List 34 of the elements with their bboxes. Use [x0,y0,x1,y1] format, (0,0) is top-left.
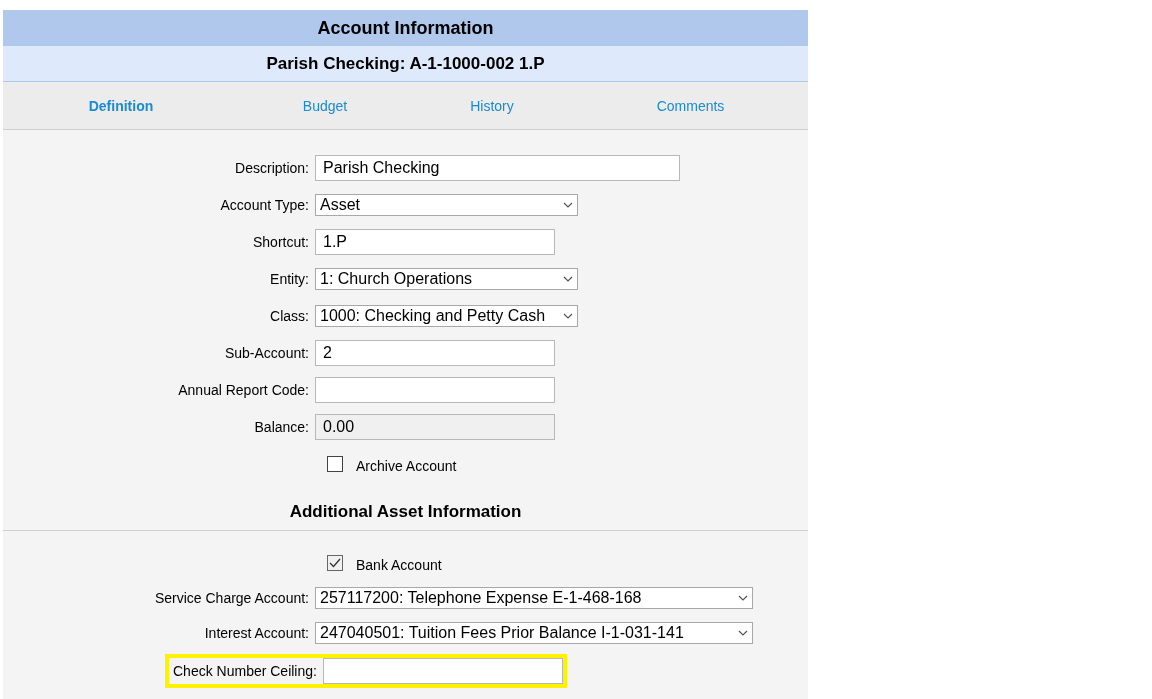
text-field[interactable] [322,658,563,684]
chevron-down-icon [563,276,573,282]
account-subtitle: Parish Checking: A-1-1000-002 1.P [3,46,808,82]
field-label: Entity: [269,271,310,287]
field-label: Sub-Account: [223,345,310,361]
field-label: Shortcut: [251,234,310,250]
text-field[interactable]: 0.00 [315,414,555,440]
checkbox[interactable] [327,456,343,472]
field-label: Check Number Ceiling: [172,663,318,679]
checkbox-label: Bank Account [356,555,442,573]
checkbox[interactable] [327,555,343,571]
dropdown[interactable]: 1000: Checking and Petty Cash [315,305,578,327]
field-label: Account Type: [219,197,310,213]
field-label: Annual Report Code: [177,382,310,398]
field-label: Balance: [253,419,310,435]
field-label: Description: [234,160,310,176]
dropdown[interactable]: 1: Church Operations [315,268,578,290]
chevron-down-icon [563,202,573,208]
text-field[interactable]: Parish Checking [315,155,680,181]
field-label: Service Charge Account: [153,590,310,606]
checkbox-label: Archive Account [356,456,457,474]
text-field[interactable] [315,377,555,403]
dropdown[interactable]: Asset [315,194,578,216]
text-field[interactable]: 2 [315,340,555,366]
panel-title: Account Information [3,10,808,46]
field-label: Interest Account: [203,625,310,641]
section-heading: Additional Asset Information [3,502,808,531]
dropdown[interactable]: 257117200: Telephone Expense E-1-468-168 [315,587,753,609]
dropdown[interactable]: 247040501: Tuition Fees Prior Balance I-1-031-141 [315,622,753,644]
chevron-down-icon [563,313,573,319]
chevron-down-icon [738,595,748,601]
field-label: Class: [269,308,310,324]
text-field[interactable]: 1.P [315,229,555,255]
chevron-down-icon [738,630,748,636]
